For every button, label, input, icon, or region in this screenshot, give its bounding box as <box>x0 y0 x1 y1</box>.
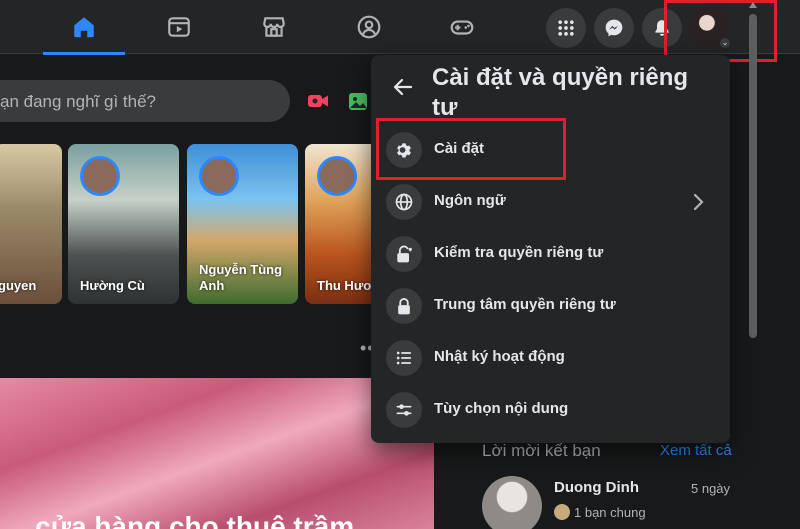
mutual-friend-avatar <box>554 504 570 520</box>
story-card[interactable]: Hường Cù <box>68 144 179 304</box>
globe-icon <box>395 193 413 211</box>
menu-item-label: Nhật ký hoạt động <box>434 348 565 365</box>
live-video-icon[interactable] <box>306 89 330 113</box>
chevron-right-icon <box>693 193 704 211</box>
friend-requests-title: Lời mời kết bạn <box>482 441 601 460</box>
menu-item-icon-wrap <box>386 340 422 376</box>
lock-icon <box>398 298 410 315</box>
menu-item-activity-log[interactable]: Nhật ký hoạt động <box>379 332 722 384</box>
back-arrow-icon[interactable] <box>391 75 415 99</box>
menu-button[interactable] <box>546 8 586 48</box>
scroll-up-arrow[interactable] <box>749 2 757 8</box>
menu-item-privacy-center[interactable]: Trung tâm quyền riêng tư <box>379 280 722 332</box>
nav-tab-gaming[interactable] <box>421 0 503 54</box>
menu-item-label: Trung tâm quyền riêng tư <box>434 296 616 313</box>
nav-tab-groups[interactable] <box>328 0 410 54</box>
see-all-link[interactable]: Xem tất cả <box>660 442 732 459</box>
menu-item-icon-wrap <box>386 236 422 272</box>
menu-item-label: Ngôn ngữ <box>434 192 506 209</box>
friend-request-name[interactable]: Duong Dinh <box>554 479 639 496</box>
menu-title: Cài đặt và quyền riêng tư <box>432 64 689 121</box>
menu-item-content-preferences[interactable]: Tùy chọn nội dung <box>379 384 722 436</box>
messenger-icon <box>605 19 623 37</box>
highlight-box-account <box>664 0 777 62</box>
post-caption: ... cửa hàng cho thuê trầm ... <box>4 511 386 529</box>
menu-item-icon-wrap <box>386 184 422 220</box>
story-card[interactable]: Nguyễn Tùng Anh <box>187 144 298 304</box>
story-name: Hường Cù <box>80 278 145 293</box>
highlight-box-settings <box>376 118 566 180</box>
list-icon <box>396 351 412 365</box>
mutual-friends-count[interactable]: 1 bạn chung <box>574 505 646 520</box>
nav-tab-marketplace[interactable] <box>233 0 315 54</box>
avatar[interactable] <box>482 476 542 529</box>
story-name: Nguyễn Tùng Anh <box>199 262 283 293</box>
avatar <box>317 156 357 196</box>
messenger-button[interactable] <box>594 8 634 48</box>
story-card[interactable]: guyen <box>0 144 62 304</box>
menu-item-icon-wrap <box>386 392 422 428</box>
avatar <box>199 156 239 196</box>
sliders-icon <box>396 404 412 416</box>
menu-item-language[interactable]: Ngôn ngữ <box>379 176 722 228</box>
privacy-checkup-icon <box>397 245 412 263</box>
settings-privacy-menu: Cài đặt và quyền riêng tư Cài đặt Ngôn n… <box>371 55 730 443</box>
menu-item-icon-wrap <box>386 288 422 324</box>
friend-request-time: 5 ngày <box>691 481 731 496</box>
post-composer[interactable]: ạn đang nghĩ gì thế? <box>0 80 290 122</box>
post-image[interactable]: ... cửa hàng cho thuê trầm ... <box>0 378 434 529</box>
marketplace-icon <box>263 17 285 37</box>
nav-tab-watch[interactable] <box>138 0 220 54</box>
composer-placeholder: ạn đang nghĩ gì thế? <box>0 92 156 111</box>
scrollbar-thumb[interactable] <box>749 14 757 338</box>
watch-icon <box>168 17 190 37</box>
menu-item-privacy-checkup[interactable]: Kiểm tra quyền riêng tư <box>379 228 722 280</box>
menu-item-label: Kiểm tra quyền riêng tư <box>434 244 604 261</box>
story-name: guyen <box>0 278 37 293</box>
home-icon <box>74 17 94 38</box>
avatar <box>80 156 120 196</box>
nav-tab-home[interactable] <box>43 0 125 55</box>
menu-item-label: Tùy chọn nội dung <box>434 400 569 417</box>
menu-grid-icon <box>558 20 574 36</box>
groups-icon <box>357 15 381 39</box>
photo-video-icon[interactable] <box>346 89 370 113</box>
gaming-icon <box>450 20 474 35</box>
